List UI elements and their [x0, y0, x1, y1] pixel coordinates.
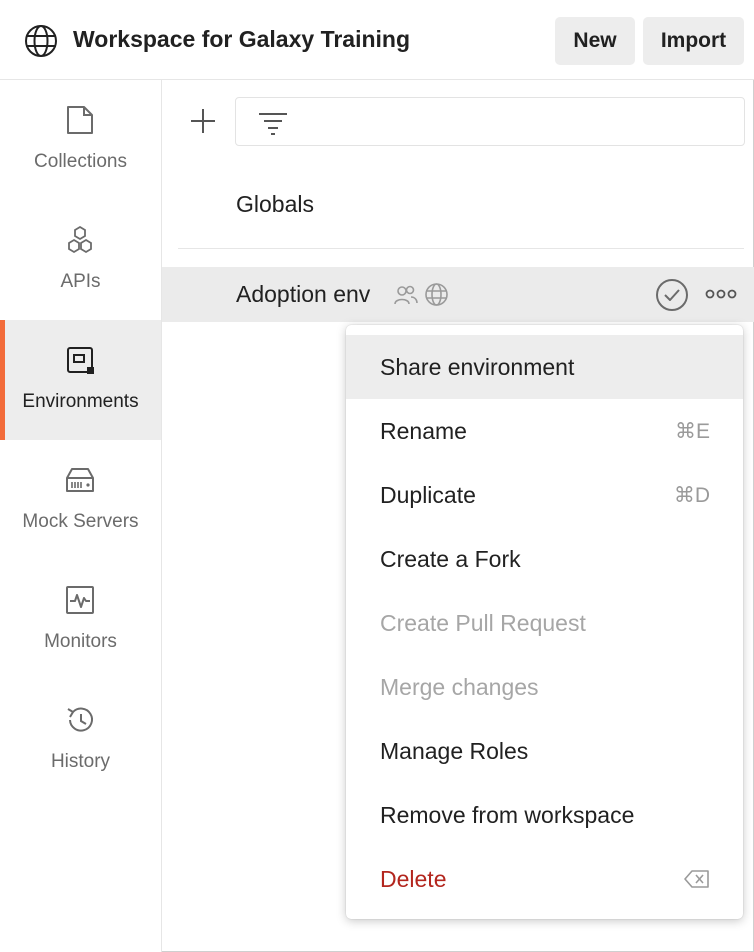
menu-item-delete[interactable]: Delete: [346, 847, 743, 911]
menu-item-duplicate[interactable]: Duplicate ⌘D: [346, 463, 743, 527]
add-environment-button[interactable]: [188, 106, 218, 136]
menu-item-label: Remove from workspace: [380, 802, 635, 828]
menu-item-share-environment[interactable]: Share environment: [346, 335, 743, 399]
menu-item-label: Create Pull Request: [380, 610, 586, 636]
sidebar-item-label: Environments: [22, 391, 139, 412]
menu-item-label: Duplicate: [380, 482, 476, 508]
backspace-icon: [684, 870, 709, 888]
sidebar-item-label: Monitors: [44, 631, 117, 652]
menu-item-label: Create a Fork: [380, 546, 521, 572]
environment-context-menu: Share environment Rename ⌘E Duplicate ⌘D…: [346, 325, 743, 919]
new-button[interactable]: New: [555, 17, 635, 65]
sidebar-item-environments[interactable]: Environments: [0, 320, 161, 440]
apis-icon: [68, 225, 92, 254]
sidebar-item-label: Mock Servers: [22, 511, 139, 532]
history-icon: [67, 707, 93, 732]
mock-servers-icon: [66, 468, 94, 492]
collections-icon: [67, 106, 93, 134]
menu-item-shortcut: ⌘E: [674, 420, 710, 443]
environment-name: Adoption env: [236, 281, 371, 307]
filter-input[interactable]: [235, 97, 745, 146]
import-button[interactable]: Import: [643, 17, 744, 65]
monitors-icon: [66, 586, 94, 614]
environments-icon: [67, 347, 94, 374]
set-active-check-icon[interactable]: [655, 278, 689, 312]
sidebar-item-apis[interactable]: APIs: [0, 200, 161, 320]
environment-row[interactable]: Adoption env: [162, 267, 754, 322]
menu-item-label: Share environment: [380, 354, 575, 380]
menu-item-label: Merge changes: [380, 674, 539, 700]
menu-item-rename[interactable]: Rename ⌘E: [346, 399, 743, 463]
sidebar-item-history[interactable]: History: [0, 680, 161, 800]
sidebar-item-label: APIs: [60, 271, 101, 292]
menu-item-create-pull-request: Create Pull Request: [346, 591, 743, 655]
sidebar-item-mock-servers[interactable]: Mock Servers: [0, 440, 161, 560]
globe-icon: [425, 283, 448, 306]
team-icon: [394, 285, 418, 305]
menu-item-label: Delete: [380, 866, 447, 892]
sidebar-item-monitors[interactable]: Monitors: [0, 560, 161, 680]
globals-item[interactable]: Globals: [236, 191, 314, 218]
workspace-title: Workspace for Galaxy Training: [73, 26, 411, 52]
menu-item-merge-changes: Merge changes: [346, 655, 743, 719]
more-options-icon[interactable]: [705, 287, 737, 301]
menu-item-label: Manage Roles: [380, 738, 529, 764]
menu-item-label: Rename: [380, 418, 467, 444]
menu-item-remove-from-workspace[interactable]: Remove from workspace: [346, 783, 743, 847]
sidebar-item-label: Collections: [34, 151, 127, 172]
sidebar-item-collections[interactable]: Collections: [0, 80, 161, 200]
divider: [178, 248, 744, 249]
menu-item-create-fork[interactable]: Create a Fork: [346, 527, 743, 591]
menu-item-manage-roles[interactable]: Manage Roles: [346, 719, 743, 783]
sidebar: Collections APIs Environments Mock Serve…: [0, 80, 162, 952]
menu-item-shortcut: ⌘D: [673, 484, 710, 507]
globe-icon: [25, 25, 57, 57]
filter-icon: [259, 113, 287, 135]
workspace-header: Workspace for Galaxy Training New Import: [0, 0, 754, 80]
sidebar-item-label: History: [50, 751, 111, 772]
